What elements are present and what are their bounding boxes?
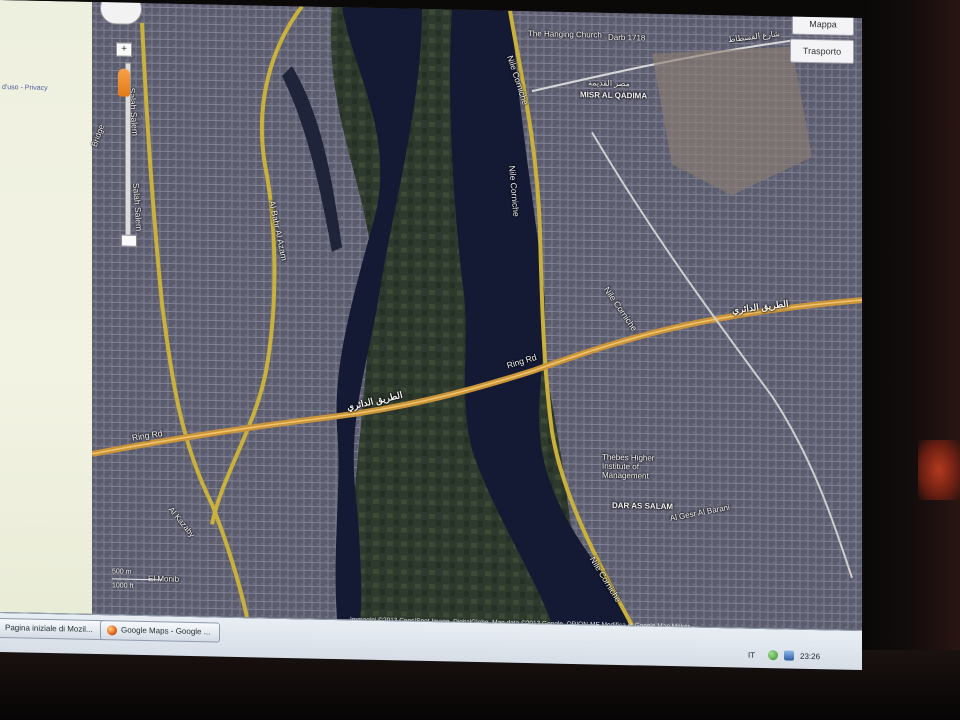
map-scale-bar: 500 m 1000 ft bbox=[112, 568, 182, 599]
map-imagery[interactable] bbox=[92, 1, 862, 631]
taskbar-item-label: Google Maps - Google ... bbox=[121, 625, 211, 637]
background-red-light bbox=[918, 440, 960, 500]
taskbar-item-mozilla[interactable]: Pagina iniziale di Mozil... bbox=[0, 617, 106, 641]
hanging-church-label: The Hanging Church bbox=[528, 29, 602, 40]
scale-line bbox=[112, 578, 162, 581]
darb-label: Darb 1718 bbox=[608, 32, 646, 43]
zoom-slider-handle[interactable] bbox=[121, 234, 137, 247]
scale-metric-label: 500 m bbox=[112, 568, 132, 576]
tray-language[interactable]: IT bbox=[748, 651, 755, 660]
monitor-screen: d'uso - Privacy Ring Rd Ring Rd الطريق ا… bbox=[0, 0, 862, 671]
pan-control[interactable] bbox=[100, 0, 142, 25]
misr-al-qadima-label: MISR AL QADIMA bbox=[580, 90, 648, 101]
misr-al-qadima-arabic-label: مصر القديمة bbox=[588, 78, 630, 89]
dar-as-salam-label: DAR AS SALAM bbox=[612, 500, 674, 512]
taskbar-item-label: Pagina iniziale di Mozil... bbox=[5, 623, 93, 634]
satellite-map[interactable]: Ring Rd Ring Rd الطريق الدائري الطريق ال… bbox=[90, 1, 862, 631]
street-view-pegman-icon[interactable] bbox=[118, 68, 130, 97]
zoom-in-button[interactable]: + bbox=[116, 42, 132, 57]
monitor-bezel-right bbox=[862, 0, 960, 720]
firefox-icon bbox=[107, 625, 117, 636]
tray-volume-icon[interactable] bbox=[784, 650, 794, 661]
taskbar-item-google-maps[interactable]: Google Maps - Google ... bbox=[100, 620, 220, 643]
tray-network-icon[interactable] bbox=[768, 650, 778, 661]
map-type-button-trasporto[interactable]: Trasporto bbox=[790, 38, 854, 64]
map-type-button-mappa[interactable]: Mappa bbox=[792, 12, 854, 36]
scale-imperial-label: 1000 ft bbox=[112, 582, 134, 590]
footer-links[interactable]: d'uso - Privacy bbox=[2, 84, 48, 92]
thebes-institute-label: Thebes Higher Institute of Management bbox=[602, 452, 655, 481]
tray-clock[interactable]: 23:26 bbox=[800, 652, 820, 661]
